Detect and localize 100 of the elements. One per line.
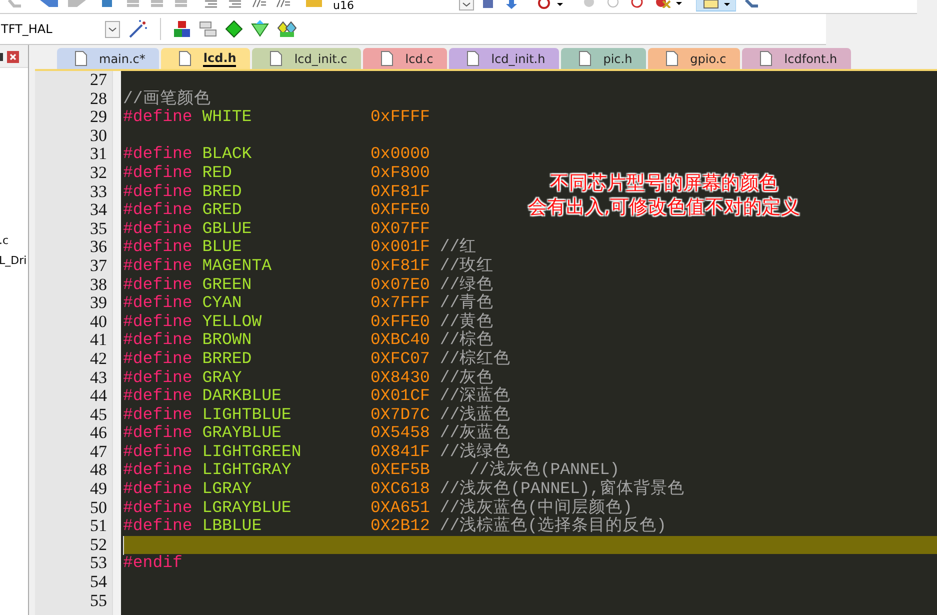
macro-name: BRED: [202, 182, 243, 202]
file-tab[interactable]: lcd_init.h: [449, 48, 560, 69]
code-keyword: #define: [123, 145, 194, 164]
components-icon[interactable]: [173, 20, 191, 38]
annotation-text: 会有出入,可修改色值不对的定义: [528, 195, 800, 219]
hex-value: 0X5458: [370, 424, 431, 443]
line-number: 41: [89, 331, 107, 350]
debug-icon[interactable]: [538, 0, 564, 9]
file-icon: [381, 51, 394, 66]
hex-value: 0XBC40: [370, 331, 431, 350]
code-comment: //浅灰色(PANNEL): [468, 461, 620, 480]
code-keyword: #define: [123, 461, 194, 480]
magic-wand-icon[interactable]: [128, 19, 148, 39]
file-tab[interactable]: lcd_init.c: [252, 48, 362, 69]
macro-name: LBBLUE: [202, 517, 263, 536]
funnel-icon[interactable]: [251, 20, 269, 38]
macro-name: BLACK: [202, 145, 253, 164]
macro-name: LGRAY: [202, 480, 253, 499]
dropdown-caret-icon[interactable]: [459, 0, 474, 11]
hex-value: 0x001F: [370, 238, 431, 257]
close-icon[interactable]: [7, 51, 19, 63]
breakpoint-icon[interactable]: [630, 0, 644, 8]
back-icon[interactable]: [40, 0, 58, 8]
indent-icon[interactable]: [204, 0, 218, 8]
macro-name: GBLUE: [202, 220, 253, 238]
clear-breakpoints-icon[interactable]: [655, 0, 683, 8]
code-comment: //棕色: [440, 331, 494, 350]
hex-value: 0X7D7C: [370, 406, 431, 424]
file-tab[interactable]: gpio.c: [648, 48, 740, 69]
hex-value: 0X07FF: [370, 220, 431, 238]
macro-name: WHITE: [202, 108, 253, 127]
macro-name: YELLOW: [202, 312, 263, 332]
line-number: 28: [89, 90, 107, 108]
line-number: 35: [89, 220, 107, 238]
macro-name: GRAYBLUE: [202, 424, 282, 443]
target-dropdown[interactable]: u16: [333, 0, 354, 12]
annotation-text: 不同芯片型号的屏幕的颜色: [550, 171, 778, 195]
comment-icon[interactable]: [252, 0, 266, 8]
hex-value: 0XF81F: [370, 182, 431, 202]
file-icon: [467, 51, 480, 66]
unindent-icon[interactable]: [228, 0, 242, 8]
macro-name: GRAY: [202, 368, 243, 388]
dropdown-caret-icon[interactable]: [105, 20, 120, 38]
hex-value: 0XA651: [370, 498, 431, 518]
uncomment-icon[interactable]: [276, 0, 290, 8]
line-number: 49: [89, 480, 107, 499]
file-tab[interactable]: pic.h: [561, 48, 646, 69]
code-keyword: #define: [123, 498, 194, 518]
diamond-icon[interactable]: [225, 20, 243, 38]
file-tab[interactable]: lcdfont.h: [742, 48, 852, 69]
line-number: 47: [89, 442, 107, 462]
line-number: 39: [89, 294, 107, 313]
line-number: 40: [89, 312, 107, 332]
file-icon: [666, 51, 678, 66]
project-dropdown[interactable]: TFT_HAL: [0, 18, 120, 40]
macro-name: LIGHTGRAY: [202, 461, 292, 480]
wrench-icon[interactable]: [744, 0, 760, 9]
code-keyword: #define: [123, 294, 194, 313]
window-layout-icon[interactable]: [696, 0, 736, 12]
code-keyword: #define: [123, 108, 194, 127]
hex-value: 0X01CF: [370, 387, 431, 406]
macro-name: DARKBLUE: [202, 387, 282, 406]
code-keyword: #define: [123, 164, 194, 183]
code-comment: //棕红色: [440, 350, 511, 368]
line-number: 51: [89, 517, 107, 536]
hex-value: 0x07E0: [370, 276, 431, 294]
text-cursor: [123, 536, 124, 555]
tree-item[interactable]: .c: [0, 231, 27, 251]
line-number: 31: [89, 145, 107, 164]
code-keyword: #define: [123, 368, 194, 388]
hex-value: 0XFC07: [370, 350, 431, 368]
code-keyword: #define: [123, 331, 194, 350]
line-number: 46: [89, 424, 107, 443]
file-tab[interactable]: lcd.c: [363, 48, 448, 69]
tree-item[interactable]: L_Dri: [0, 251, 27, 271]
code-comment: //玫红: [440, 256, 494, 276]
line-number: 27: [89, 71, 107, 90]
file-tab[interactable]: main.c*: [57, 48, 160, 69]
hex-value: 0x7FFF: [370, 294, 431, 313]
code-keyword: #define: [123, 220, 194, 238]
line-number: 44: [89, 387, 107, 406]
windows-icon[interactable]: [199, 20, 217, 38]
line-number: 38: [89, 276, 107, 294]
line-number: 37: [89, 256, 107, 276]
line-number: 53: [89, 554, 107, 574]
macro-name: CYAN: [202, 294, 243, 313]
hex-value: 0X8430: [370, 368, 431, 388]
file-tab[interactable]: lcd.h: [161, 48, 250, 69]
hex-value: 0X2B12: [370, 517, 431, 536]
code-comment: //黄色: [440, 312, 494, 331]
code-keyword: #define: [123, 312, 194, 332]
code-keyword: #define: [123, 182, 194, 202]
code-keyword: #define: [123, 350, 194, 368]
line-number: 45: [89, 406, 107, 424]
macro-name: LIGHTGREEN: [202, 442, 302, 462]
code-comment: //浅绿色: [440, 442, 511, 461]
line-number: 36: [89, 238, 107, 257]
diamonds-icon[interactable]: [277, 20, 297, 38]
hex-value: 0XC618: [370, 480, 431, 499]
code-comment: //浅灰蓝色(中间层颜色): [440, 498, 632, 517]
